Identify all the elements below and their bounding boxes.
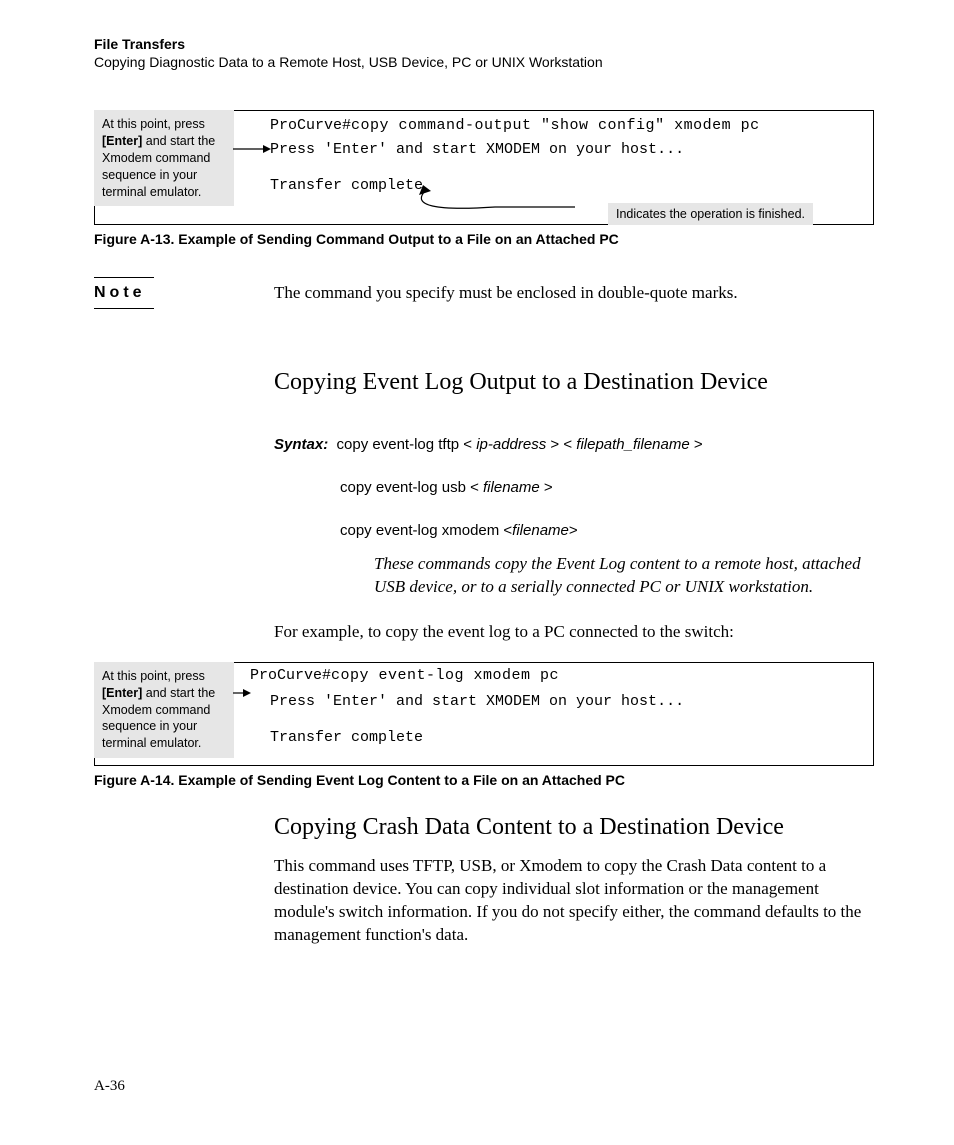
cmd: copy event-log xmodem pc — [331, 667, 559, 684]
figure-a13-callout-left: At this point, press [Enter] and start t… — [94, 110, 234, 206]
terminal-line-1: ProCurve#copy event-log xmodem pc — [250, 667, 559, 684]
figure-a13-callout-right: Indicates the operation is finished. — [608, 203, 813, 225]
syntax-text: > — [569, 522, 578, 539]
syntax-line-1: Syntax: copy event-log tftp < ip-address… — [274, 436, 874, 453]
figure-a13-box: At this point, press [Enter] and start t… — [94, 110, 874, 225]
note-label: Note — [94, 277, 154, 309]
figure-a14-callout-left: At this point, press [Enter] and start t… — [94, 662, 234, 758]
prompt: ProCurve# — [270, 117, 351, 134]
callout-text: At this point, press — [102, 117, 205, 131]
curve-arrow-icon — [375, 185, 595, 215]
note-row: Note The command you specify must be enc… — [94, 277, 874, 309]
syntax-text: copy event-log tftp < — [337, 436, 477, 453]
figure-a14-caption: Figure A-14. Example of Sending Event Lo… — [94, 772, 874, 788]
syntax-text: copy event-log xmodem < — [340, 522, 512, 539]
arrow-icon — [233, 687, 251, 699]
syntax-text: > — [690, 436, 703, 453]
section2-title: Copying Crash Data Content to a Destinat… — [274, 814, 874, 841]
prompt: ProCurve# — [250, 667, 331, 684]
section2-body: This command uses TFTP, USB, or Xmodem t… — [274, 855, 874, 947]
terminal-line-3: Transfer complete — [270, 729, 423, 746]
callout-text: At this point, press — [102, 669, 205, 683]
figure-a13-caption: Figure A-13. Example of Sending Command … — [94, 231, 874, 247]
page-number: A-36 — [94, 1078, 125, 1095]
example-intro: For example, to copy the event log to a … — [274, 621, 874, 644]
note-body: The command you specify must be enclosed… — [274, 277, 738, 303]
header-title: File Transfers — [94, 36, 874, 52]
terminal-line-1: ProCurve#copy command-output "show confi… — [270, 117, 760, 134]
arrow-icon — [233, 143, 273, 155]
syntax-line-2: copy event-log usb < filename > — [340, 479, 874, 496]
terminal-line-2: Press 'Enter' and start XMODEM on your h… — [270, 141, 684, 158]
syntax-text: > — [540, 479, 553, 496]
cmd: copy command-output "show config" xmodem… — [351, 117, 760, 134]
section1-title: Copying Event Log Output to a Destinatio… — [274, 369, 874, 396]
syntax-text: copy event-log usb < — [340, 479, 483, 496]
syntax-param: filename — [483, 479, 540, 496]
syntax-param: filename — [512, 522, 569, 539]
callout-bold: [Enter] — [102, 134, 142, 148]
syntax-line-3: copy event-log xmodem <filename> — [340, 522, 874, 539]
syntax-param: ip-address — [476, 436, 546, 453]
page: File Transfers Copying Diagnostic Data t… — [0, 0, 954, 1145]
callout-bold: [Enter] — [102, 686, 142, 700]
terminal-line-2: Press 'Enter' and start XMODEM on your h… — [270, 693, 684, 710]
syntax-param: filepath_filename — [576, 436, 689, 453]
syntax-text: > < — [546, 436, 576, 453]
syntax-description: These commands copy the Event Log conten… — [374, 553, 864, 599]
header-sub: Copying Diagnostic Data to a Remote Host… — [94, 54, 874, 70]
figure-a14-box: At this point, press [Enter] and start t… — [94, 662, 874, 766]
syntax-label: Syntax: — [274, 436, 328, 453]
